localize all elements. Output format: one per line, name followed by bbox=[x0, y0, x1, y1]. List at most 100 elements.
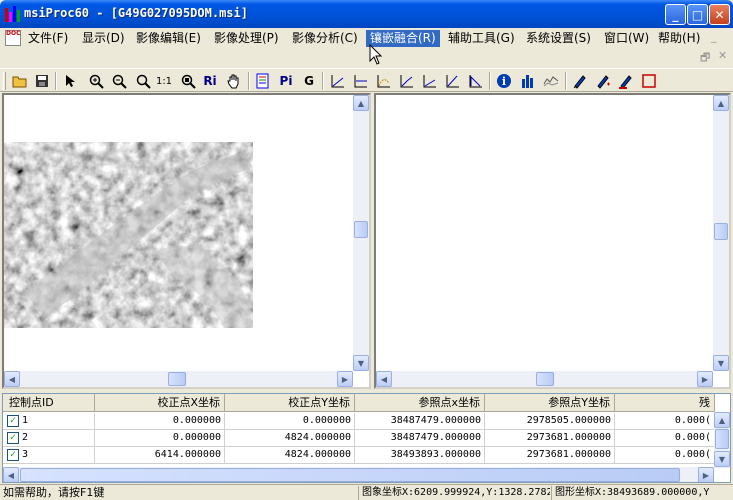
open-icon[interactable] bbox=[10, 72, 30, 90]
scroll-right-icon[interactable]: ▶ bbox=[698, 467, 714, 482]
cell-residual[interactable]: 0.000( bbox=[615, 430, 715, 447]
cell-ref-y[interactable]: 2973681.000000 bbox=[485, 430, 615, 447]
row-checkbox[interactable]: ✓ bbox=[7, 415, 19, 427]
column-header-corr-y[interactable]: 校正点Y坐标 bbox=[225, 394, 355, 412]
info-icon[interactable]: i bbox=[494, 72, 514, 90]
row-checkbox[interactable]: ✓ bbox=[7, 432, 19, 444]
cell-corr-x[interactable]: 6414.000000 bbox=[95, 447, 225, 464]
pen-add-icon[interactable] bbox=[593, 72, 613, 90]
rectangle-icon[interactable] bbox=[639, 72, 659, 90]
cell-corr-x[interactable]: 0.000000 bbox=[95, 430, 225, 447]
polyline-tool-icon[interactable] bbox=[397, 72, 417, 90]
column-header-id[interactable]: 控制点ID bbox=[3, 394, 95, 412]
menu-image-analysis[interactable]: 影像分析(C) bbox=[288, 30, 362, 47]
zoom-in-icon[interactable] bbox=[86, 72, 106, 90]
histogram-icon[interactable] bbox=[518, 72, 538, 90]
title-bar[interactable]: msiProc60 - [G49G027095DOM.msi] _ □ ✕ bbox=[0, 0, 733, 28]
scroll-thumb[interactable] bbox=[715, 429, 729, 449]
menu-tools[interactable]: 辅助工具(G) bbox=[444, 30, 519, 47]
menu-image-edit[interactable]: 影像编辑(E) bbox=[132, 30, 205, 47]
g-icon[interactable]: G bbox=[299, 72, 319, 90]
scroll-thumb[interactable] bbox=[20, 468, 680, 482]
save-icon[interactable] bbox=[32, 72, 52, 90]
table-vertical-scrollbar[interactable]: ▲ ▼ bbox=[714, 412, 730, 468]
maximize-button[interactable]: □ bbox=[687, 4, 708, 25]
zoom-extent-icon[interactable] bbox=[178, 72, 198, 90]
close-button[interactable]: ✕ bbox=[709, 4, 730, 25]
pi-icon[interactable]: Pi bbox=[276, 72, 296, 90]
mdi-minimize-button[interactable]: _ bbox=[711, 30, 717, 43]
pen-edit-icon[interactable] bbox=[616, 72, 636, 90]
table-row[interactable]: ✓ 2 0.000000 4824.000000 38487479.000000 … bbox=[3, 430, 715, 447]
scroll-left-icon[interactable]: ◀ bbox=[376, 371, 392, 387]
cell-ref-y[interactable]: 2978505.000000 bbox=[485, 413, 615, 430]
scroll-down-icon[interactable]: ▼ bbox=[714, 451, 730, 467]
scroll-down-icon[interactable]: ▼ bbox=[713, 355, 729, 371]
curve-tool-icon[interactable] bbox=[374, 72, 394, 90]
scroll-left-icon[interactable]: ◀ bbox=[3, 467, 19, 482]
document-icon[interactable]: DOC bbox=[5, 30, 21, 46]
scroll-left-icon[interactable]: ◀ bbox=[4, 371, 20, 387]
scroll-thumb[interactable] bbox=[354, 221, 368, 238]
triangle-tool-icon[interactable] bbox=[466, 72, 486, 90]
cell-ref-x[interactable]: 38493893.000000 bbox=[355, 447, 485, 464]
zoom-icon[interactable] bbox=[133, 72, 153, 90]
zoom-out-icon[interactable] bbox=[109, 72, 129, 90]
left-pane-vertical-scrollbar[interactable]: ▲ ▼ bbox=[353, 95, 369, 371]
mdi-close-button[interactable]: ✕ bbox=[718, 49, 727, 62]
actual-size-icon[interactable]: 1:1 bbox=[154, 72, 174, 90]
control-point-table[interactable]: 控制点ID 校正点X坐标 校正点Y坐标 参照点x坐标 参照点Y坐标 残 ✓ 1 0… bbox=[2, 393, 731, 483]
scroll-down-icon[interactable]: ▼ bbox=[353, 355, 369, 371]
minimize-button[interactable]: _ bbox=[665, 4, 686, 25]
cell-corr-x[interactable]: 0.000000 bbox=[95, 413, 225, 430]
cell-ref-y[interactable]: 2973681.000000 bbox=[485, 447, 615, 464]
line-tool-icon[interactable] bbox=[328, 72, 348, 90]
cell-residual[interactable]: 0.000( bbox=[615, 447, 715, 464]
column-header-residual[interactable]: 残 bbox=[615, 394, 715, 412]
scroll-thumb[interactable] bbox=[714, 223, 728, 240]
image-pane-right[interactable]: ▲ ▼ ◀ ▶ bbox=[374, 93, 731, 389]
menu-bar: DOC 文件(F) 显示(D) 影像编辑(E) 影像处理(P) 影像分析(C) … bbox=[0, 28, 733, 48]
column-header-ref-y[interactable]: 参照点Y坐标 bbox=[485, 394, 615, 412]
pen-icon[interactable] bbox=[570, 72, 590, 90]
mdi-restore-button[interactable]: 🗗 bbox=[700, 49, 710, 68]
pan-icon[interactable] bbox=[224, 72, 244, 90]
cell-ref-x[interactable]: 38487479.000000 bbox=[355, 430, 485, 447]
toolbar-grip[interactable] bbox=[3, 72, 6, 90]
scroll-up-icon[interactable]: ▲ bbox=[353, 95, 369, 111]
column-header-corr-x[interactable]: 校正点X坐标 bbox=[95, 394, 225, 412]
profile-icon[interactable] bbox=[541, 72, 561, 90]
satellite-image[interactable] bbox=[4, 142, 253, 328]
cell-ref-x[interactable]: 38487479.000000 bbox=[355, 413, 485, 430]
pointer-icon[interactable] bbox=[60, 72, 80, 90]
angle-tool-icon[interactable] bbox=[351, 72, 371, 90]
column-header-ref-x[interactable]: 参照点x坐标 bbox=[355, 394, 485, 412]
table-row[interactable]: ✓ 1 0.000000 0.000000 38487479.000000 297… bbox=[3, 413, 715, 430]
scroll-right-icon[interactable]: ▶ bbox=[337, 371, 353, 387]
cell-corr-y[interactable]: 0.000000 bbox=[225, 413, 355, 430]
scroll-thumb[interactable] bbox=[168, 372, 186, 386]
menu-window[interactable]: 窗口(W) bbox=[600, 30, 653, 47]
cell-residual[interactable]: 0.000( bbox=[615, 413, 715, 430]
scroll-up-icon[interactable]: ▲ bbox=[713, 95, 729, 111]
cell-corr-y[interactable]: 4824.000000 bbox=[225, 430, 355, 447]
table-row[interactable]: ✓ 3 6414.000000 4824.000000 38493893.0000… bbox=[3, 447, 715, 464]
slope-tool-icon[interactable] bbox=[420, 72, 440, 90]
left-pane-horizontal-scrollbar[interactable]: ◀ ▶ bbox=[4, 371, 353, 387]
menu-image-process[interactable]: 影像处理(P) bbox=[210, 30, 283, 47]
scroll-right-icon[interactable]: ▶ bbox=[697, 371, 713, 387]
scroll-up-icon[interactable]: ▲ bbox=[714, 412, 730, 428]
row-checkbox[interactable]: ✓ bbox=[7, 449, 19, 461]
right-pane-horizontal-scrollbar[interactable]: ◀ ▶ bbox=[376, 371, 713, 387]
menu-file[interactable]: 文件(F) bbox=[24, 30, 72, 47]
right-pane-vertical-scrollbar[interactable]: ▲ ▼ bbox=[713, 95, 729, 371]
ramp-tool-icon[interactable] bbox=[443, 72, 463, 90]
table-horizontal-scrollbar[interactable]: ◀ ▶ bbox=[3, 467, 714, 482]
cell-corr-y[interactable]: 4824.000000 bbox=[225, 447, 355, 464]
ri-icon[interactable]: Ri bbox=[200, 72, 220, 90]
scroll-thumb[interactable] bbox=[536, 372, 554, 386]
menu-display[interactable]: 显示(D) bbox=[78, 30, 129, 47]
menu-help[interactable]: 帮助(H) bbox=[654, 30, 704, 47]
menu-settings[interactable]: 系统设置(S) bbox=[522, 30, 595, 47]
report-icon[interactable] bbox=[253, 72, 273, 90]
